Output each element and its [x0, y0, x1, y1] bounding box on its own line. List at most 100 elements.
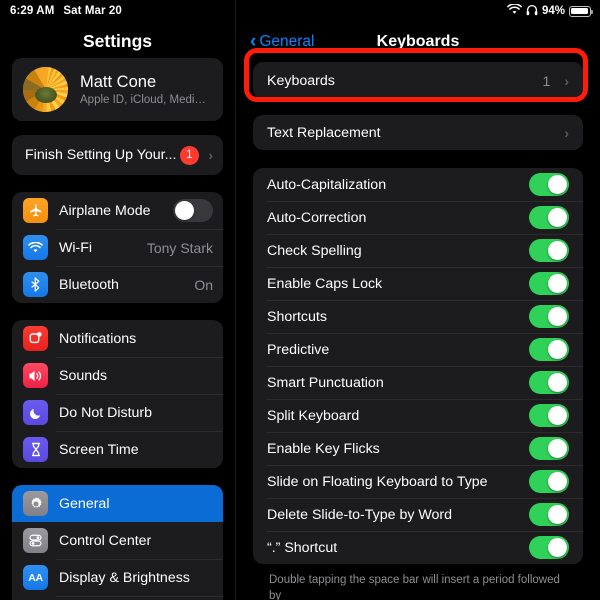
toggle-row[interactable]: Predictive: [253, 333, 583, 366]
toggle-switch[interactable]: [529, 536, 569, 559]
airplane-mode-label: Airplane Mode: [59, 202, 151, 219]
do-not-disturb-label: Do Not Disturb: [59, 404, 153, 421]
toggle-label: Auto-Correction: [267, 209, 367, 226]
toggle-switch[interactable]: [529, 206, 569, 229]
profile-text: Matt Cone Apple ID, iCloud, Media &...: [80, 73, 212, 106]
status-bar-left: 6:29 AM Sat Mar 20: [0, 5, 122, 17]
toggle-label: Shortcuts: [267, 308, 327, 325]
wifi-icon: [507, 3, 522, 18]
profile-name: Matt Cone: [80, 73, 157, 91]
notifications-group: Notifications Sounds Do Not Disturb Scre…: [12, 320, 223, 468]
page-title: Settings: [82, 30, 153, 51]
navigation-bar: ‹ General Keyboards: [236, 22, 600, 62]
sounds-label: Sounds: [59, 367, 108, 384]
toggle-label: Slide on Floating Keyboard to Type: [267, 473, 488, 490]
profile-subtitle: Apple ID, iCloud, Media &...: [80, 94, 212, 106]
wifi-value: Tony Stark: [146, 239, 213, 256]
toggle-switch[interactable]: [529, 239, 569, 262]
toggle-switch[interactable]: [529, 503, 569, 526]
keyboards-row-label: Keyboards: [267, 72, 335, 89]
toggle-row[interactable]: Delete Slide-to-Type by Word: [253, 498, 583, 531]
keyboards-row[interactable]: Keyboards 1 ›: [253, 62, 583, 99]
chevron-left-icon: ‹: [250, 31, 257, 52]
display-brightness-label: Display & Brightness: [59, 569, 190, 586]
toggle-switch[interactable]: [529, 338, 569, 361]
sidebar-item-airplane-mode[interactable]: Airplane Mode: [12, 192, 223, 229]
general-label: General: [59, 495, 110, 512]
hourglass-icon: [23, 437, 48, 462]
toggle-label: Split Keyboard: [267, 407, 360, 424]
toggle-label: Smart Punctuation: [267, 374, 384, 391]
toggle-switch[interactable]: [529, 305, 569, 328]
toggle-switch[interactable]: [529, 470, 569, 493]
text-replacement-group: Text Replacement ›: [253, 115, 583, 150]
sidebar-item-home-screen-dock[interactable]: Home Screen & Dock: [12, 596, 223, 600]
toggle-switch[interactable]: [529, 272, 569, 295]
moon-icon: [23, 400, 48, 425]
toggle-switch[interactable]: [529, 173, 569, 196]
sounds-icon: [23, 363, 48, 388]
toggle-row[interactable]: Enable Caps Lock: [253, 267, 583, 300]
connectivity-group: Airplane Mode Wi-Fi Tony Stark Bluetooth…: [12, 192, 223, 303]
status-badge: 1: [179, 145, 199, 165]
gear-icon: [23, 491, 48, 516]
sidebar-item-sounds[interactable]: Sounds: [12, 357, 223, 394]
keyboards-count: 1: [542, 72, 551, 89]
sidebar-item-do-not-disturb[interactable]: Do Not Disturb: [12, 394, 223, 431]
battery-percent: 94%: [541, 5, 565, 17]
aa-glyph: AA: [28, 571, 43, 584]
toggle-label: Enable Key Flicks: [267, 440, 380, 457]
toggle-row[interactable]: Check Spelling: [253, 234, 583, 267]
toggle-row[interactable]: Auto-Capitalization: [253, 168, 583, 201]
profile-group: Matt Cone Apple ID, iCloud, Media &...: [12, 58, 223, 121]
sidebar-item-display-brightness[interactable]: AA Display & Brightness: [12, 559, 223, 596]
toggle-row[interactable]: Smart Punctuation: [253, 366, 583, 399]
sidebar-item-apple-id[interactable]: Matt Cone Apple ID, iCloud, Media &...: [12, 58, 223, 121]
toggle-row[interactable]: Enable Key Flicks: [253, 432, 583, 465]
sidebar-item-bluetooth[interactable]: Bluetooth On: [12, 266, 223, 303]
control-center-label: Control Center: [59, 532, 152, 549]
sidebar-item-finish-setup[interactable]: Finish Setting Up Your... 1 ›: [12, 135, 223, 175]
toggle-row[interactable]: Split Keyboard: [253, 399, 583, 432]
toggle-switch[interactable]: [529, 404, 569, 427]
airplane-icon: [23, 198, 48, 223]
toggle-label: “.” Shortcut: [267, 539, 338, 556]
settings-sidebar[interactable]: Settings Matt Cone Apple ID, iCloud, Med…: [0, 0, 236, 600]
toggle-row[interactable]: “.” Shortcut: [253, 531, 583, 564]
sidebar-item-notifications[interactable]: Notifications: [12, 320, 223, 357]
footer-note: Double tapping the space bar will insert…: [269, 574, 560, 600]
sidebar-item-general[interactable]: General: [12, 485, 223, 522]
toggle-row[interactable]: Auto-Correction: [253, 201, 583, 234]
sidebar-item-screen-time[interactable]: Screen Time: [12, 431, 223, 468]
text-replacement-row[interactable]: Text Replacement ›: [253, 115, 583, 150]
back-button-label: General: [259, 33, 315, 50]
toggle-label: Auto-Capitalization: [267, 176, 387, 193]
bluetooth-label: Bluetooth: [59, 276, 119, 293]
keyboard-toggles-group: Auto-Capitalization Auto-Correction Check …: [253, 168, 583, 564]
toggle-label: Enable Caps Lock: [267, 275, 383, 292]
status-date: Sat Mar 20: [63, 5, 122, 17]
sidebar-item-control-center[interactable]: Control Center: [12, 522, 223, 559]
toggle-label: Check Spelling: [267, 242, 362, 259]
chevron-right-icon: ›: [564, 72, 569, 89]
sidebar-item-wifi[interactable]: Wi-Fi Tony Stark: [12, 229, 223, 266]
toggle-row[interactable]: Slide on Floating Keyboard to Type: [253, 465, 583, 498]
sunflower-avatar: [23, 67, 68, 112]
back-button[interactable]: ‹ General: [250, 31, 315, 52]
general-group: General Control Center AA Display & Brig…: [12, 485, 223, 600]
toggle-row[interactable]: Shortcuts: [253, 300, 583, 333]
control-center-icon: [23, 528, 48, 553]
wifi-icon: [23, 235, 48, 260]
bluetooth-icon: [23, 272, 48, 297]
notifications-icon: [23, 326, 48, 351]
keyboards-group: Keyboards 1 ›: [253, 62, 583, 99]
chevron-right-icon: ›: [208, 147, 213, 163]
notifications-label: Notifications: [59, 330, 137, 347]
status-bar: 6:29 AM Sat Mar 20 94%: [0, 0, 600, 22]
finish-setup-label: Finish Setting Up Your...: [25, 147, 177, 163]
toggle-switch[interactable]: [529, 371, 569, 394]
bluetooth-value: On: [194, 276, 213, 293]
toggle-switch[interactable]: [529, 437, 569, 460]
airplane-mode-toggle[interactable]: [173, 199, 213, 222]
status-bar-right: 94%: [507, 3, 600, 19]
